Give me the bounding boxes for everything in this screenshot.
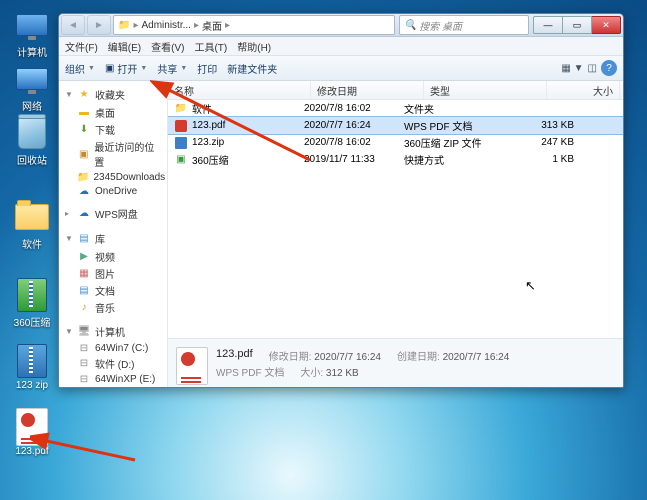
maximize-button[interactable]: ▭ [563,16,592,34]
side-music[interactable]: ♪音乐 [59,299,167,316]
desktop-icon-123zip[interactable]: 123 zip [8,344,56,391]
zip-icon [174,136,188,150]
side-recent[interactable]: ▣最近访问的位置 [59,138,167,170]
desktop-icon-360zip[interactable]: 360压缩 [8,278,56,329]
file-name: 123.zip [192,137,224,148]
folder-icon: 📁 [118,20,130,31]
side-wpscloud[interactable]: ▸☁WPS网盘 [59,204,167,223]
tb-open[interactable]: ▣ 打开▼ [105,61,147,76]
file-name: 360压缩 [192,152,229,167]
label: 软件 [8,236,56,251]
file-name: 软件 [192,101,212,116]
tb-newfolder[interactable]: 新建文件夹 [227,61,277,76]
tb-share[interactable]: 共享▼ [157,61,187,76]
desktop-icon-network[interactable]: 网络 [8,62,56,113]
titlebar[interactable]: ◄ ► 📁 ▸ Administr... ▸ 桌面 ▸ 🔍 搜索 桌面 — ▭ … [59,14,623,37]
file-list-pane: 名称 修改日期 类型 大小 📁软件2020/7/8 16:02文件夹123.pd… [168,81,623,387]
side-computer[interactable]: ▼🖥计算机 [59,322,167,341]
file-date: 2019/11/7 11:33 [304,154,404,165]
close-button[interactable]: ✕ [592,16,621,34]
file-list[interactable]: 📁软件2020/7/8 16:02文件夹123.pdf2020/7/7 16:2… [168,100,623,338]
desktop-icon-123pdf[interactable]: 123.pdf [8,410,56,457]
label: 网络 [8,98,56,113]
pdf-icon [174,119,188,133]
side-pictures[interactable]: ▦图片 [59,265,167,282]
side-drive-f[interactable]: ⊟新加卷 (F:) [59,386,167,387]
shortcut-icon: ▣ [174,153,188,167]
nav-pane: ▼★收藏夹 ▬桌面 ⬇下载 ▣最近访问的位置 📁2345Downloads ☁O… [59,81,168,387]
side-videos[interactable]: ▶视频 [59,248,167,265]
label: 回收站 [8,152,56,167]
menubar: 文件(F) 编辑(E) 查看(V) 工具(T) 帮助(H) [59,37,623,56]
side-desktop[interactable]: ▬桌面 [59,104,167,121]
help-button[interactable]: ? [601,60,617,76]
desktop[interactable]: 计算机 网络 回收站 软件 360压缩 123 zip 123.pdf ◄ ► … [0,0,647,500]
file-row[interactable]: 123.zip 2020/7/8 16:02360压缩 ZIP 文件247 KB [168,134,623,151]
file-row[interactable]: ▣ 360压缩 2019/11/7 11:33快捷方式1 KB [168,151,623,168]
toolbar: 组织▼ ▣ 打开▼ 共享▼ 打印 新建文件夹 ▦ ▼ ◫ ? [59,56,623,81]
desktop-icon-folder-soft[interactable]: 软件 [8,200,56,251]
minimize-button[interactable]: — [533,16,563,34]
menu-edit[interactable]: 编辑(E) [108,39,141,54]
file-date: 2020/7/8 16:02 [304,137,404,148]
file-date: 2020/7/7 16:24 [304,120,404,131]
search-input[interactable]: 🔍 搜索 桌面 [399,15,529,35]
file-size: 1 KB [514,154,584,165]
file-type: 快捷方式 [404,152,514,167]
label: 123.pdf [8,446,56,457]
side-drive-d[interactable]: ⊟软件 (D:) [59,355,167,372]
details-pane: 123.pdf 修改日期: 2020/7/7 16:24 创建日期: 2020/… [168,338,623,387]
side-downloads[interactable]: ⬇下载 [59,121,167,138]
file-size: 247 KB [514,137,584,148]
side-favorites[interactable]: ▼★收藏夹 [59,85,167,104]
side-drive-e[interactable]: ⊟64WinXP (E:) [59,372,167,386]
desktop-icon-recycle-bin[interactable]: 回收站 [8,116,56,167]
label: 360压缩 [8,314,56,329]
file-row[interactable]: 📁 软件 2020/7/8 16:02文件夹 [168,100,623,117]
col-type[interactable]: 类型 [424,81,547,99]
col-name[interactable]: 名称 [168,81,311,99]
details-name: 123.pdf [216,348,253,363]
file-row[interactable]: 123.pdf 2020/7/7 16:24WPS PDF 文档313 KB [168,117,623,134]
file-type: 文件夹 [404,101,514,116]
col-date[interactable]: 修改日期 [311,81,424,99]
file-date: 2020/7/8 16:02 [304,103,404,114]
folder-icon: 📁 [174,102,188,116]
tb-print[interactable]: 打印 [197,61,217,76]
file-size: 313 KB [514,120,584,131]
file-type: 360压缩 ZIP 文件 [404,135,514,150]
explorer-window: ◄ ► 📁 ▸ Administr... ▸ 桌面 ▸ 🔍 搜索 桌面 — ▭ … [58,13,624,388]
side-2345downloads[interactable]: 📁2345Downloads [59,170,167,184]
file-name: 123.pdf [192,120,225,131]
tb-organize[interactable]: 组织▼ [65,61,95,76]
details-type: WPS PDF 文档 [216,364,284,379]
col-size[interactable]: 大小 [547,81,620,99]
side-docs[interactable]: ▤文档 [59,282,167,299]
search-icon: 🔍 [404,20,416,31]
menu-help[interactable]: 帮助(H) [237,39,271,54]
side-libraries[interactable]: ▼▤库 [59,229,167,248]
label: 123 zip [8,380,56,391]
column-headers: 名称 修改日期 类型 大小 [168,81,623,100]
side-onedrive[interactable]: ☁OneDrive [59,184,167,198]
file-type: WPS PDF 文档 [404,118,514,133]
menu-view[interactable]: 查看(V) [151,39,184,54]
view-mode-button[interactable]: ▦ ▼ [561,63,583,74]
menu-file[interactable]: 文件(F) [65,39,98,54]
menu-tools[interactable]: 工具(T) [194,39,227,54]
address-bar[interactable]: 📁 ▸ Administr... ▸ 桌面 ▸ [113,15,395,35]
side-drive-c[interactable]: ⊟64Win7 (C:) [59,341,167,355]
label: 计算机 [8,44,56,59]
preview-pane-button[interactable]: ◫ [588,63,597,74]
pdf-icon [176,347,208,385]
desktop-icon-computer[interactable]: 计算机 [8,8,56,59]
crumb-desktop[interactable]: 桌面 [202,18,222,33]
nav-back-button[interactable]: ◄ [61,15,85,35]
crumb-user[interactable]: Administr... [141,20,190,31]
nav-fwd-button[interactable]: ► [87,15,111,35]
